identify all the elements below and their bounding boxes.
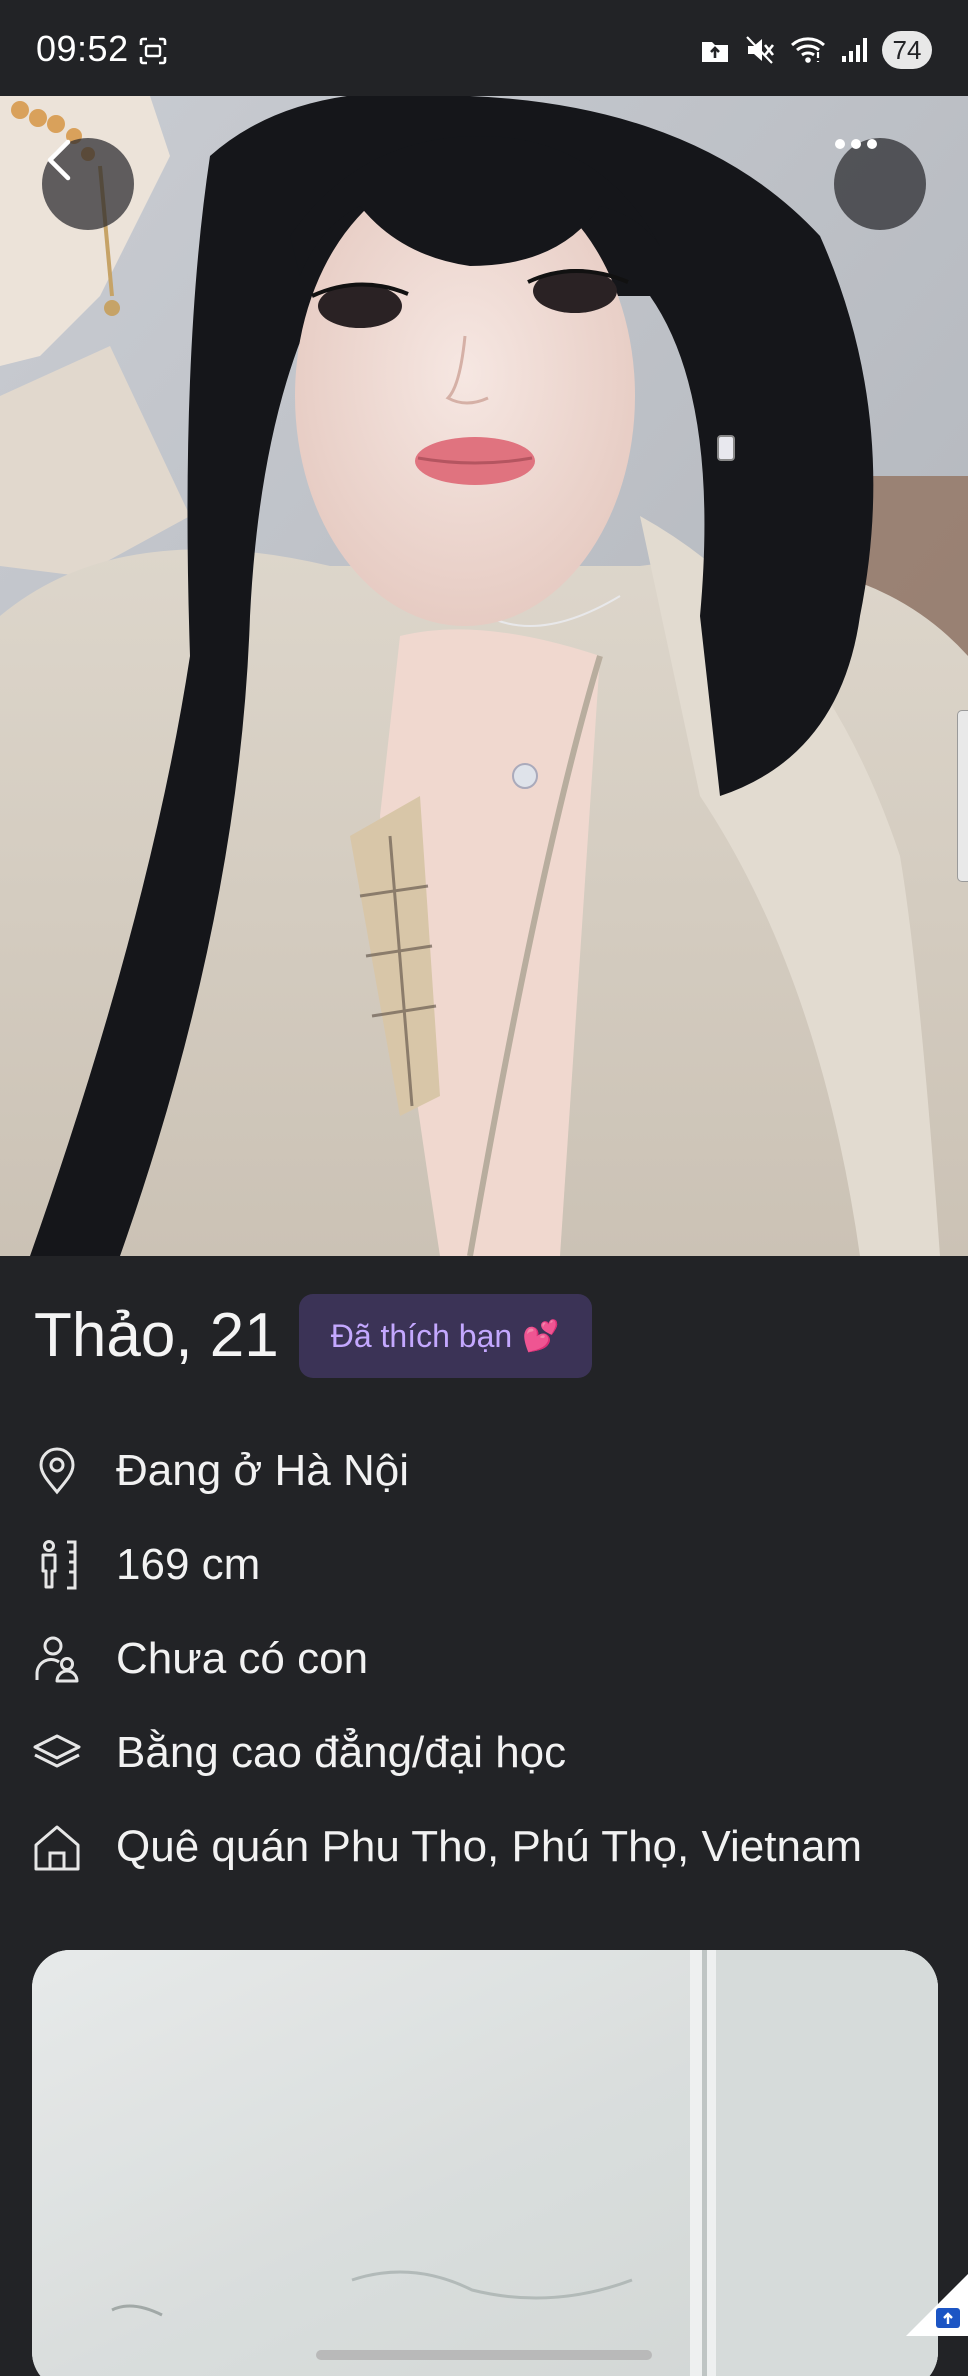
height-ruler-icon bbox=[32, 1540, 82, 1590]
screenshot-icon bbox=[138, 36, 168, 66]
detail-hometown: Quê quán Phu Tho, Phú Thọ, Vietnam bbox=[32, 1800, 932, 1894]
home-icon bbox=[32, 1822, 82, 1872]
more-options-button[interactable] bbox=[834, 138, 926, 230]
profile-details-list: Đang ở Hà Nội 169 cm Chưa có con Bằng ca… bbox=[32, 1424, 932, 1894]
corner-notification-badge[interactable] bbox=[906, 2274, 968, 2336]
education-cap-icon bbox=[32, 1728, 82, 1778]
wall-photo bbox=[32, 1950, 938, 2376]
profile-screen: 09:52 74 Thảo, 21 Đã thích bạn 💕 Đang ở … bbox=[0, 0, 968, 2376]
detail-height: 169 cm bbox=[32, 1518, 932, 1612]
people-icon bbox=[32, 1634, 82, 1684]
scroll-handle[interactable] bbox=[957, 710, 968, 882]
portrait-photo bbox=[0, 96, 968, 1256]
detail-height-text: 169 cm bbox=[116, 1540, 261, 1589]
detail-children-text: Chưa có con bbox=[116, 1634, 369, 1683]
detail-education: Bằng cao đẳng/đại học bbox=[32, 1706, 932, 1800]
liked-badge-label: Đã thích bạn bbox=[330, 1317, 513, 1354]
status-time: 09:52 bbox=[36, 28, 129, 69]
name-row: Thảo, 21 Đã thích bạn 💕 bbox=[34, 1294, 592, 1378]
detail-education-text: Bằng cao đẳng/đại học bbox=[116, 1728, 567, 1777]
detail-hometown-text: Quê quán Phu Tho, Phú Thọ, Vietnam bbox=[116, 1822, 863, 1871]
signal-icon bbox=[840, 36, 868, 64]
wifi-icon bbox=[790, 35, 826, 65]
detail-children: Chưa có con bbox=[32, 1612, 932, 1706]
hearts-icon: 💕 bbox=[522, 1319, 560, 1353]
mute-icon bbox=[744, 34, 776, 66]
status-icons: 74 bbox=[700, 30, 932, 70]
back-button[interactable] bbox=[42, 138, 134, 230]
status-bar: 09:52 74 bbox=[0, 0, 968, 96]
profile-second-photo[interactable] bbox=[32, 1950, 938, 2376]
location-pin-icon bbox=[32, 1446, 82, 1496]
liked-you-badge: Đã thích bạn 💕 bbox=[298, 1294, 592, 1378]
detail-location-text: Đang ở Hà Nội bbox=[116, 1446, 409, 1495]
battery-indicator: 74 bbox=[882, 31, 932, 69]
home-indicator[interactable] bbox=[316, 2350, 652, 2360]
profile-main-photo[interactable] bbox=[0, 96, 968, 1256]
detail-location: Đang ở Hà Nội bbox=[32, 1424, 932, 1518]
upload-notification-icon bbox=[700, 36, 730, 64]
profile-name-age: Thảo, 21 bbox=[34, 1301, 279, 1370]
